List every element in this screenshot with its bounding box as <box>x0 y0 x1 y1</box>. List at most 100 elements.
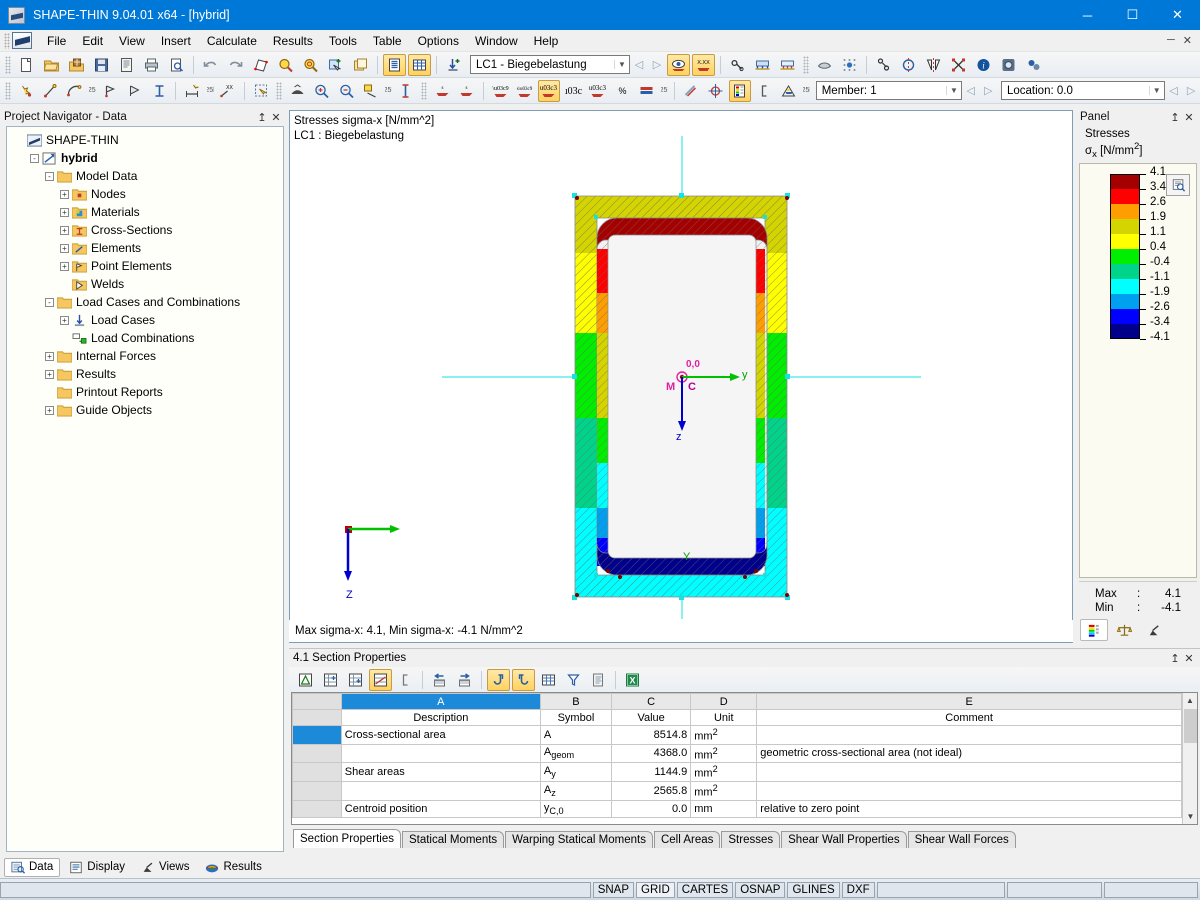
properties-table[interactable]: A B C D E Description Symbol Value Unit … <box>292 693 1182 818</box>
minimize-button[interactable]: ─ <box>1065 0 1110 30</box>
member-prev-button[interactable]: ◁ <box>962 81 980 101</box>
row-header[interactable] <box>292 799 342 818</box>
pan-view-icon[interactable] <box>360 80 382 102</box>
menu-results[interactable]: Results <box>265 32 321 50</box>
menu-calculate[interactable]: Calculate <box>199 32 265 50</box>
table-vertical-scrollbar[interactable]: ▲ ▼ <box>1182 693 1197 824</box>
tree-item-load-combinations[interactable]: Load Combinations <box>11 329 283 347</box>
panel-close-icon[interactable]: ✕ <box>1182 111 1196 124</box>
new-node-icon[interactable] <box>15 80 37 102</box>
table-undo-icon[interactable] <box>487 668 510 691</box>
cell-comment[interactable] <box>756 725 1182 745</box>
row-header[interactable] <box>292 743 342 764</box>
cell-unit[interactable]: mm2 <box>690 780 758 801</box>
tree-expander-expand-icon[interactable]: + <box>60 207 69 217</box>
table-row[interactable]: Centroid position yC,0 0.0 mm relative to ze… <box>292 799 1182 818</box>
render-model-icon[interactable] <box>813 54 836 76</box>
cell-value[interactable]: 8514.8 <box>610 725 692 745</box>
options-icon[interactable] <box>1022 54 1045 76</box>
tree-expander-expand-icon[interactable]: + <box>60 189 69 199</box>
tree-expander-collapse-icon[interactable]: - <box>45 297 54 307</box>
menu-edit[interactable]: Edit <box>74 32 111 50</box>
chevron-down-icon[interactable]: ▼ <box>614 60 629 69</box>
status-toggle-cartes[interactable]: CARTES <box>676 881 734 898</box>
tree-item-welds[interactable]: Welds <box>11 275 283 293</box>
table-report-icon[interactable] <box>587 669 610 691</box>
menu-view[interactable]: View <box>111 32 153 50</box>
cell-comment[interactable]: relative to zero point <box>756 799 1182 818</box>
new-arc-icon[interactable] <box>64 80 86 102</box>
status-toggle-osnap[interactable]: OSNAP <box>735 881 786 898</box>
info-icon[interactable]: i <box>972 54 995 76</box>
color-panel-icon[interactable] <box>728 79 752 102</box>
stress-sv-icon[interactable]: s <box>455 80 477 102</box>
status-toggle-snap[interactable]: SNAP <box>592 881 635 898</box>
print-preview-icon[interactable] <box>165 54 188 76</box>
zoom-all-icon[interactable] <box>299 54 322 76</box>
toolbar-grip[interactable] <box>5 55 11 74</box>
edit-shape-icon[interactable] <box>249 54 272 76</box>
table-row[interactable]: Cross-sectional area A 8514.8 mm2 <box>292 725 1182 745</box>
stress-sigma-x-icon[interactable]: \u03c3 <box>537 79 561 102</box>
cell-value[interactable]: 2565.8 <box>610 780 692 801</box>
settings-gear-icon[interactable] <box>997 54 1020 76</box>
support-icon[interactable] <box>726 54 749 76</box>
table-close-icon[interactable]: ✕ <box>1182 652 1196 665</box>
menu-window[interactable]: Window <box>467 32 526 50</box>
scroll-thumb[interactable] <box>1184 709 1197 743</box>
tree-item-load-cases-and-combinations[interactable]: - Load Cases and Combinations <box>11 293 283 311</box>
sheet-tab-cell-areas[interactable]: Cell Areas <box>653 831 721 848</box>
redo-icon[interactable] <box>224 54 247 76</box>
stress-ratio-icon[interactable]: % <box>611 80 633 102</box>
new-cross-section-icon[interactable] <box>148 80 170 102</box>
measure-icon[interactable] <box>395 80 417 102</box>
tree-item-model-data[interactable]: - Model Data <box>11 167 283 185</box>
mdi-minimize-button[interactable]: ─ <box>1163 34 1179 47</box>
tree-item-results[interactable]: + Results <box>11 365 283 383</box>
panel-tab-view[interactable] <box>1140 619 1168 641</box>
show-values-icon[interactable]: X.XX <box>692 53 715 76</box>
cell-unit[interactable]: mm <box>690 799 758 818</box>
supports-display-icon[interactable] <box>751 54 774 76</box>
cell-value[interactable]: 4368.0 <box>610 743 692 764</box>
supports-alt-icon[interactable] <box>776 54 799 76</box>
menu-grip[interactable] <box>4 32 10 49</box>
project-tree[interactable]: SHAPE-THIN - hybrid - Model Data + Nodes + Mater… <box>6 126 284 852</box>
cell-comment[interactable]: geometric cross-sectional area (not idea… <box>756 743 1182 764</box>
results-colors-icon[interactable] <box>777 80 799 102</box>
stress-color-legend[interactable]: 4.1 3.4 2.6 1.9 1.1 0.4 -0.4 -1.1 -1.9 -2.6 -3.4 -4… <box>1079 163 1197 578</box>
new-file-icon[interactable] <box>15 54 38 76</box>
table-prev-page-icon[interactable] <box>428 669 451 691</box>
tree-item-cross-sections[interactable]: + Cross-Sections <box>11 221 283 239</box>
tree-expander-collapse-icon[interactable]: - <box>30 153 39 163</box>
maximize-button[interactable]: ☐ <box>1110 0 1155 30</box>
table-row[interactable]: Shear areas Ay 1144.9 mm2 <box>292 762 1182 782</box>
tree-item-printout-reports[interactable]: Printout Reports <box>11 383 283 401</box>
close-button[interactable]: ✕ <box>1155 0 1200 30</box>
tree-expander-expand-icon[interactable]: + <box>60 315 69 325</box>
save-icon[interactable] <box>90 54 113 76</box>
sheet-tab-shear-wall-properties[interactable]: Shear Wall Properties <box>781 831 907 848</box>
stress-sigma-pl-icon[interactable] <box>636 80 658 102</box>
zoom-in-icon[interactable] <box>311 80 333 102</box>
cell-description[interactable]: Cross-sectional area <box>340 725 541 745</box>
menu-help[interactable]: Help <box>526 32 567 50</box>
cell-comment[interactable] <box>756 762 1182 782</box>
nav-tab-data[interactable]: Data <box>4 857 61 877</box>
row-header[interactable] <box>292 762 342 782</box>
location-prev-button[interactable]: ◁ <box>1165 81 1183 101</box>
sheet-tab-warping-statical-moments[interactable]: Warping Statical Moments <box>505 831 653 848</box>
new-weld-icon[interactable] <box>123 80 145 102</box>
tree-expander-expand-icon[interactable]: + <box>45 369 54 379</box>
cell-description[interactable] <box>340 780 541 801</box>
member-next-button[interactable]: ▷ <box>979 81 997 101</box>
mirror-object-icon[interactable] <box>922 54 945 76</box>
warping-somega-icon[interactable]: s\u03c9 <box>513 80 535 102</box>
location-chevron-down-icon[interactable]: ▼ <box>1148 86 1164 95</box>
warping-omega-icon[interactable]: \u03c9 <box>489 80 511 102</box>
row-header[interactable] <box>292 725 342 745</box>
menu-table[interactable]: Table <box>365 32 410 50</box>
new-element-icon[interactable] <box>39 80 61 102</box>
rotate-object-icon[interactable] <box>897 54 920 76</box>
cell-unit[interactable]: mm2 <box>690 743 758 764</box>
